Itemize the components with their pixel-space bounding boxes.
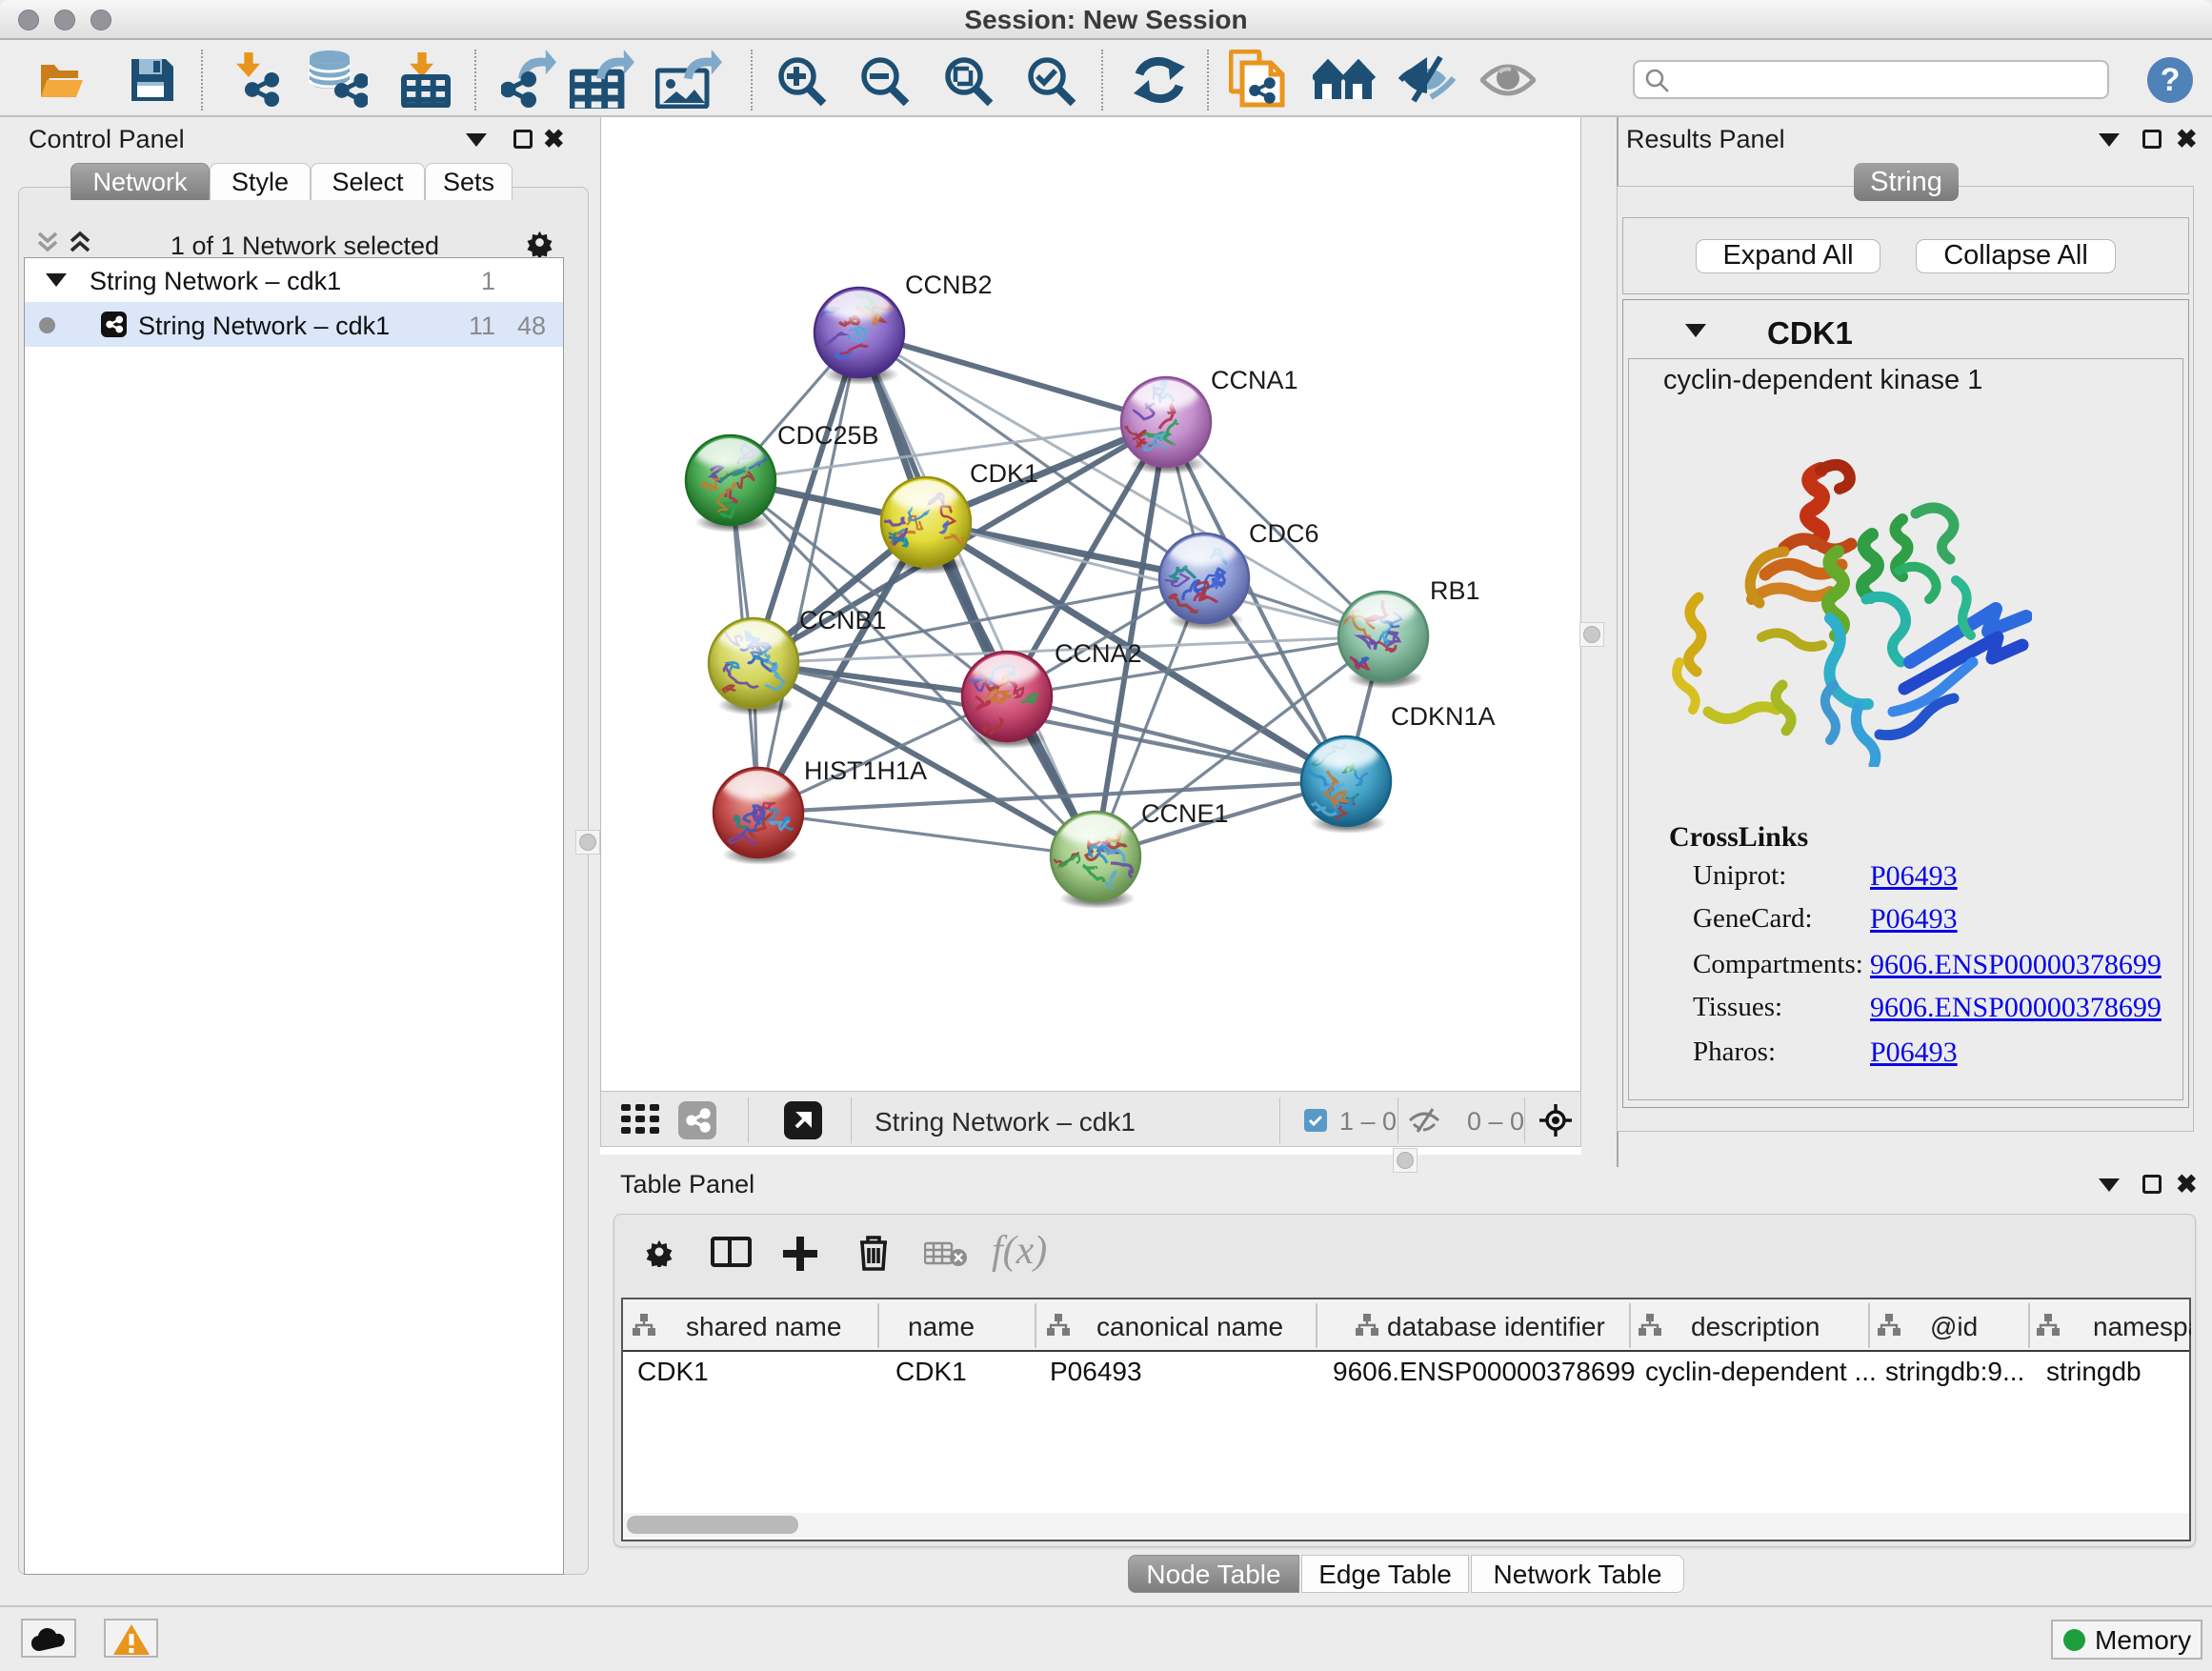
svg-text:RB1: RB1 (1430, 576, 1480, 605)
svg-text:HIST1H1A: HIST1H1A (804, 756, 927, 785)
svg-text:CCNB1: CCNB1 (799, 606, 887, 634)
svg-text:CCNA2: CCNA2 (1055, 639, 1142, 668)
svg-text:CDC6: CDC6 (1249, 519, 1319, 548)
svg-text:CDKN1A: CDKN1A (1391, 702, 1496, 731)
svg-text:CCNA1: CCNA1 (1211, 366, 1298, 394)
svg-text:CDC25B: CDC25B (777, 421, 879, 450)
svg-text:CCNE1: CCNE1 (1141, 799, 1229, 828)
svg-text:CCNB2: CCNB2 (905, 271, 993, 299)
svg-text:CDK1: CDK1 (970, 459, 1038, 488)
